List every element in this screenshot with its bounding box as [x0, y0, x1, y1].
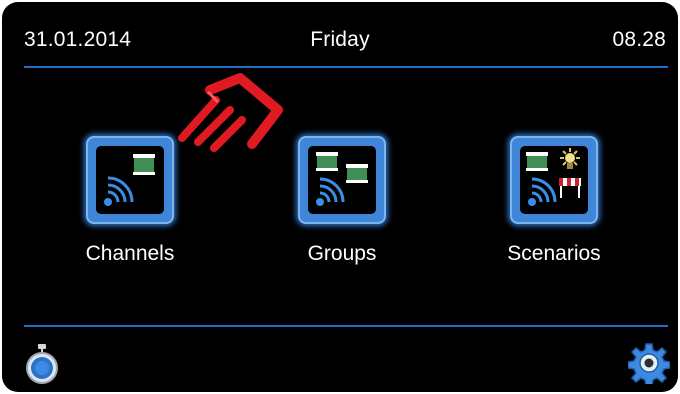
channels-tile-inner	[96, 146, 164, 214]
scenarios-icon	[526, 148, 581, 206]
day-display: Friday	[310, 28, 370, 51]
groups-icon	[316, 152, 368, 206]
scenarios-label[interactable]: Scenarios	[474, 242, 634, 266]
channels-tile[interactable]	[86, 136, 174, 224]
stopwatch-icon[interactable]	[24, 344, 60, 384]
groups-label[interactable]: Groups	[262, 242, 422, 266]
footer-divider	[24, 325, 668, 327]
channels-icon	[104, 154, 155, 206]
groups-tile-inner	[308, 146, 376, 214]
touch-screen: 31.01.2014 Friday 08.28 Channels Groups …	[2, 2, 678, 392]
header-divider	[24, 66, 668, 68]
pointing-hand-icon	[178, 73, 283, 152]
time-display: 08.28	[612, 28, 666, 51]
settings-gear-icon[interactable]	[628, 342, 670, 384]
channels-label[interactable]: Channels	[50, 242, 210, 266]
scenarios-tile-inner	[520, 146, 588, 214]
groups-tile[interactable]	[298, 136, 386, 224]
scenarios-tile[interactable]	[510, 136, 598, 224]
